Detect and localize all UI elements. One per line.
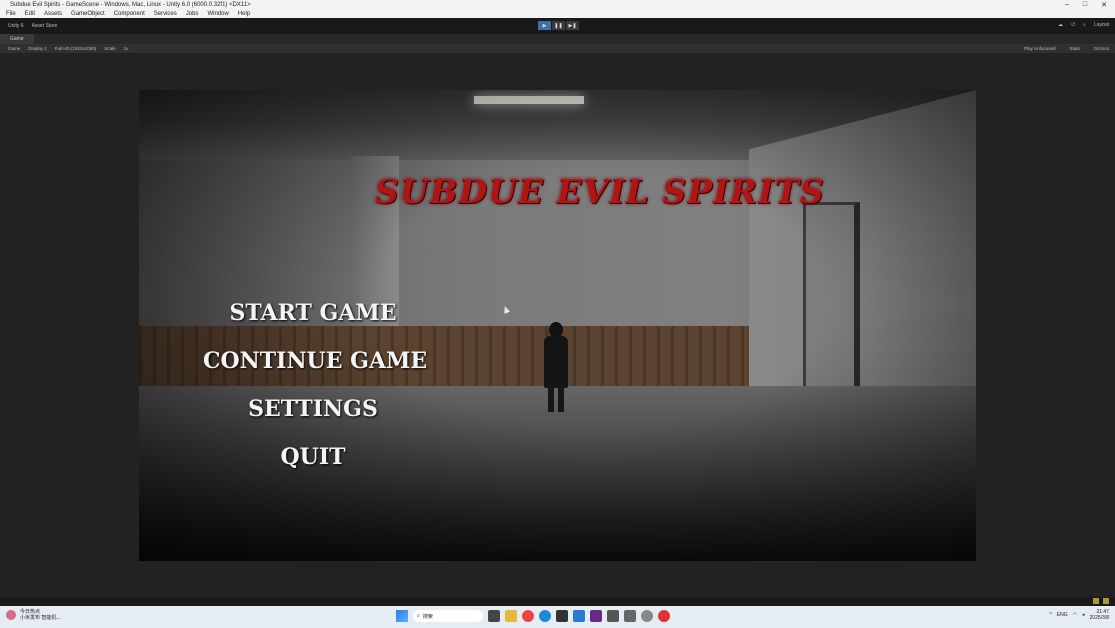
- settings-button[interactable]: SETTINGS: [203, 396, 423, 422]
- menu-edit[interactable]: Edit: [25, 11, 35, 17]
- pause-icon: ❚❚: [554, 22, 563, 29]
- notification-icon[interactable]: [1103, 598, 1109, 604]
- search-icon[interactable]: ⌕: [1083, 22, 1086, 28]
- terminal-icon[interactable]: [556, 610, 568, 622]
- taskbar-apps: ⌕ 搜索: [396, 610, 670, 622]
- game-view-toolbar: Game Display 1 Full HD (1920x1080) Scale…: [0, 44, 1115, 53]
- news-text: 今日热点 小米发布 智能机...: [20, 609, 61, 621]
- windows-start-icon[interactable]: [396, 610, 408, 622]
- news-widget[interactable]: 今日热点 小米发布 智能机...: [6, 609, 61, 621]
- history-icon[interactable]: ↺: [1071, 22, 1075, 28]
- taskbar-search-placeholder: 搜索: [422, 613, 433, 620]
- quit-button[interactable]: QUIT: [203, 444, 423, 470]
- minimize-button[interactable]: –: [1065, 1, 1069, 9]
- game-view-options: Play Unfocused Stats Gizmos: [1016, 46, 1109, 51]
- close-button[interactable]: ✕: [1101, 1, 1107, 9]
- step-button[interactable]: ▶❚: [566, 21, 579, 30]
- play-controls: ▶ ❚❚ ▶❚: [538, 21, 579, 30]
- scale-value[interactable]: 1x: [124, 46, 129, 51]
- menu-help[interactable]: Help: [238, 11, 250, 17]
- menu-bar: File Edit Assets GameObject Component Se…: [0, 9, 1115, 18]
- pause-button[interactable]: ❚❚: [552, 21, 565, 30]
- game-title: SUBDUE EVIL SPIRITS: [375, 172, 825, 211]
- play-focus-dropdown[interactable]: Play Unfocused: [1024, 46, 1056, 51]
- asset-store-button[interactable]: Asset Store: [32, 23, 58, 29]
- menu-jobs[interactable]: Jobs: [186, 11, 199, 17]
- menu-assets[interactable]: Assets: [44, 11, 62, 17]
- menu-services[interactable]: Services: [154, 11, 177, 17]
- warning-icon[interactable]: [1093, 598, 1099, 604]
- search-icon: ⌕: [417, 613, 420, 619]
- window-titlebar: Subdue Evil Spirits - GameScene - Window…: [0, 0, 1115, 9]
- chevron-up-icon[interactable]: ^: [1049, 612, 1051, 618]
- cloud-icon[interactable]: ☁: [1058, 22, 1063, 28]
- menu-gameobject[interactable]: GameObject: [71, 11, 105, 17]
- task-view-icon[interactable]: [488, 610, 500, 622]
- tab-strip: Game: [0, 34, 1115, 44]
- display-dropdown[interactable]: Display 1: [28, 46, 47, 51]
- step-icon: ▶❚: [568, 22, 577, 29]
- visual-studio-icon[interactable]: [590, 610, 602, 622]
- play-button[interactable]: ▶: [538, 21, 551, 30]
- tab-game[interactable]: Game: [0, 34, 34, 44]
- volume-icon[interactable]: ◂: [1082, 612, 1085, 618]
- window-controls: – □ ✕: [1065, 1, 1107, 9]
- toolbar-right: ☁ ↺ ⌕ Layout: [1058, 22, 1109, 28]
- taskbar-search[interactable]: ⌕ 搜索: [413, 610, 483, 622]
- status-bar: [0, 597, 1115, 606]
- game-scene: SUBDUE EVIL SPIRITS START GAME CONTINUE …: [139, 90, 976, 561]
- news-icon: [6, 610, 16, 620]
- account-button[interactable]: Unity 6: [8, 23, 24, 29]
- stats-button[interactable]: Stats: [1069, 46, 1079, 51]
- language-indicator[interactable]: ENG: [1057, 612, 1068, 618]
- window-title: Subdue Evil Spirits - GameScene - Window…: [10, 1, 251, 8]
- menu-component[interactable]: Component: [114, 11, 145, 17]
- windows-taskbar: 今日热点 小米发布 智能机... ⌕ 搜索 ^ ENG ◠ ◂ 21:47 20…: [0, 606, 1115, 628]
- unity-editor-icon[interactable]: [624, 610, 636, 622]
- menu-window[interactable]: Window: [207, 11, 228, 17]
- file-explorer-icon[interactable]: [505, 610, 517, 622]
- mode-dropdown[interactable]: Game: [8, 46, 20, 51]
- clock-date: 2025/3/8: [1089, 615, 1109, 621]
- wifi-icon[interactable]: ◠: [1073, 612, 1077, 618]
- news-line-2: 小米发布 智能机...: [20, 615, 61, 621]
- continue-game-button[interactable]: CONTINUE GAME: [203, 348, 427, 374]
- play-icon: ▶: [542, 22, 547, 29]
- resolution-dropdown[interactable]: Full HD (1920x1080): [55, 46, 97, 51]
- edge-icon[interactable]: [539, 610, 551, 622]
- system-tray: ^ ENG ◠ ◂ 21:47 2025/3/8: [1049, 609, 1109, 621]
- unity-toolbar: Unity 6 Asset Store ▶ ❚❚ ▶❚ ☁ ↺ ⌕ Layout: [0, 18, 1115, 34]
- chrome-icon[interactable]: [522, 610, 534, 622]
- start-game-button[interactable]: START GAME: [203, 300, 423, 326]
- gizmos-button[interactable]: Gizmos: [1094, 46, 1109, 51]
- menu-file[interactable]: File: [6, 11, 16, 17]
- app-icon[interactable]: [641, 610, 653, 622]
- taskbar-clock[interactable]: 21:47 2025/3/8: [1090, 609, 1109, 621]
- maximize-button[interactable]: □: [1083, 1, 1087, 9]
- media-app-icon[interactable]: [658, 610, 670, 622]
- layout-dropdown[interactable]: Layout: [1094, 22, 1109, 28]
- unity-hub-icon[interactable]: [607, 610, 619, 622]
- vscode-icon[interactable]: [573, 610, 585, 622]
- status-icons: [1093, 598, 1109, 604]
- scale-label: Scale: [104, 46, 116, 51]
- game-viewport: SUBDUE EVIL SPIRITS START GAME CONTINUE …: [0, 53, 1115, 597]
